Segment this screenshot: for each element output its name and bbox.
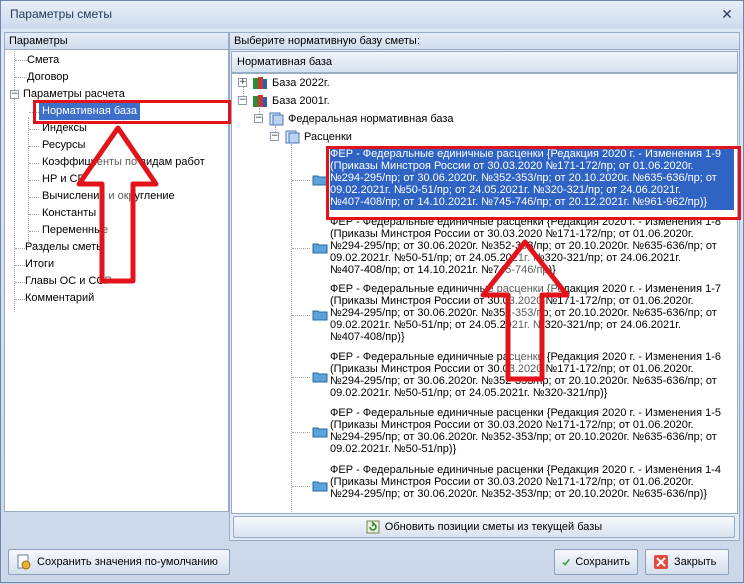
update-positions-button[interactable]: Обновить позиции сметы из текущей базы xyxy=(233,516,735,538)
dialog-window: Параметры сметы ✕ Параметры Смета Догово… xyxy=(0,0,744,583)
normative-base-header: Выберите нормативную базу сметы: xyxy=(230,33,739,50)
entry-line: ФЕР - Федеральные единичные расценки {Ре… xyxy=(330,351,721,363)
tree-item-calculations[interactable]: Вычисления и округление xyxy=(42,188,175,205)
entry-line: ФЕР - Федеральные единичные расценки {Ре… xyxy=(330,283,721,295)
tree-item-variables[interactable]: Переменные xyxy=(42,222,108,239)
close-label: Закрыть xyxy=(674,556,717,568)
folder-icon xyxy=(312,310,328,321)
entry-line: №294-295/пр; от 30.06.2020г. №352-353/пр… xyxy=(330,375,717,387)
cross-icon xyxy=(654,555,668,569)
folder-icon xyxy=(312,372,328,383)
rates-entry-1-6[interactable]: ФЕР - Федеральные единичные расценки {Ре… xyxy=(330,351,734,401)
entry-line: №407-408/пр)} xyxy=(330,331,405,343)
rates-entry-1-5[interactable]: ФЕР - Федеральные единичные расценки {Ре… xyxy=(330,407,734,457)
entry-line: №294-295/пр; от 30.06.2020г. №352-353/пр… xyxy=(330,307,717,319)
settings-doc-icon xyxy=(17,554,31,570)
collapse-icon[interactable]: − xyxy=(10,90,19,99)
folder-icon xyxy=(312,175,328,186)
collapse-icon[interactable]: − xyxy=(254,114,263,123)
rates-entry-1-8[interactable]: ФЕР - Федеральные единичные расценки {Ре… xyxy=(330,216,734,278)
parameters-panel: Параметры Смета Договор − Параметры расч… xyxy=(4,32,229,512)
tree-item-indexes[interactable]: Индексы xyxy=(42,120,87,137)
save-label: Сохранить xyxy=(575,556,630,568)
update-button-label: Обновить позиции сметы из текущей базы xyxy=(384,521,603,533)
entry-line: 09.02.2021г. №50-51/пр)} xyxy=(330,443,457,455)
expand-icon[interactable]: + xyxy=(238,78,247,87)
entry-line: №294-295/пр; от 30.06.2020г. №352-353/пр… xyxy=(330,240,717,252)
tree-base-2022[interactable]: База 2022г. xyxy=(272,75,330,92)
parameters-header: Параметры xyxy=(5,33,228,50)
column-header: Нормативная база xyxy=(231,51,738,73)
tree-item-normative-base[interactable]: Нормативная база xyxy=(39,103,141,120)
entry-line: №294-295/пр; от 30.06.2020г. №352-353/пр… xyxy=(330,172,717,184)
entry-line: (Приказы Минстроя России от 30.03.2020 №… xyxy=(330,476,694,488)
collapse-icon[interactable]: − xyxy=(238,96,247,105)
tree-item-sections[interactable]: Разделы сметы xyxy=(25,239,104,256)
rates-entry-1-9[interactable]: ФЕР - Федеральные единичные расценки {Ре… xyxy=(330,148,734,210)
save-defaults-label: Сохранить значения по-умолчанию xyxy=(37,556,218,568)
entry-line: №294-295/пр; от 30.06.2020г. №352-353/пр… xyxy=(330,431,717,443)
tree-item-constants[interactable]: Константы xyxy=(42,205,96,222)
collapse-icon[interactable]: − xyxy=(270,132,279,141)
tree-federal-base[interactable]: Федеральная нормативная база xyxy=(288,111,454,128)
tree-item-nr-sp[interactable]: НР и СП xyxy=(42,171,85,188)
rates-entry-1-7[interactable]: ФЕР - Федеральные единичные расценки {Ре… xyxy=(330,283,734,345)
normative-base-tree: + База 2022г. − База 2001г. − Федеральна… xyxy=(231,73,738,514)
entry-line: №294-295/пр; от 30.06.2020г. №352-353/пр… xyxy=(330,488,708,500)
entry-line: №407-408/пр; от 14.10.2021г. №745-746/пр… xyxy=(330,196,708,208)
entry-line: (Приказы Минстроя России от 30.03.2020 №… xyxy=(330,295,694,307)
tree-item-comment[interactable]: Комментарий xyxy=(25,290,94,307)
entry-line: №407-408/пр; от 14.10.2021г. №745-746/пр… xyxy=(330,264,556,276)
entry-line: (Приказы Минстроя России от 30.03.2020 №… xyxy=(330,363,694,375)
entry-line: ФЕР - Федеральные единичные расценки {Ре… xyxy=(330,148,721,160)
entry-line: ФЕР - Федеральные единичные расценки {Ре… xyxy=(330,216,721,228)
tree-item-smeta[interactable]: Смета xyxy=(27,52,59,69)
entry-line: 09.02.2021г. №50-51/пр; от 24.05.2021г. … xyxy=(330,319,681,331)
entry-line: (Приказы Минстроя России от 30.03.2020 №… xyxy=(330,228,694,240)
folder-icon xyxy=(312,427,328,438)
entry-line: 09.02.2021г. №50-51/пр; от 24.05.2021г. … xyxy=(330,387,608,399)
normative-base-panel: Выберите нормативную базу сметы: Нормати… xyxy=(229,32,740,541)
entry-line: 09.02.2021г. №50-51/пр; от 24.05.2021г. … xyxy=(330,184,681,196)
save-button[interactable]: Сохранить xyxy=(554,549,638,575)
tree-item-coefficients[interactable]: Коэффициенты по видам работ xyxy=(42,154,205,171)
folder-icon xyxy=(312,481,328,492)
window-title: Параметры сметы xyxy=(10,7,112,21)
save-defaults-button[interactable]: Сохранить значения по-умолчанию xyxy=(8,549,230,575)
close-button[interactable]: Закрыть xyxy=(645,549,729,575)
document-stack-icon xyxy=(285,130,300,144)
update-icon xyxy=(366,520,380,534)
tree-item-resources[interactable]: Ресурсы xyxy=(42,137,85,154)
entry-line: (Приказы Минстроя России от 30.03.2020 №… xyxy=(330,160,694,172)
tree-rates[interactable]: Расценки xyxy=(304,129,352,146)
document-stack-icon xyxy=(269,112,284,126)
tree-item-totals[interactable]: Итоги xyxy=(25,256,54,273)
database-icon xyxy=(253,77,267,89)
tree-item-calc-params[interactable]: Параметры расчета xyxy=(23,86,125,103)
database-icon xyxy=(253,95,267,107)
tree-item-dogovor[interactable]: Договор xyxy=(27,69,69,86)
tree-base-2001[interactable]: База 2001г. xyxy=(272,93,330,110)
parameters-tree: Смета Договор − Параметры расчета Нормат… xyxy=(5,51,228,511)
entry-line: 09.02.2021г. №50-51/пр; от 24.05.2021г. … xyxy=(330,252,681,264)
rates-entry-1-4[interactable]: ФЕР - Федеральные единичные расценки {Ре… xyxy=(330,464,734,504)
entry-line: (Приказы Минстроя России от 30.03.2020 №… xyxy=(330,419,694,431)
close-icon[interactable]: ✕ xyxy=(717,5,737,23)
checkmark-icon xyxy=(562,558,570,566)
entry-line: ФЕР - Федеральные единичные расценки {Ре… xyxy=(330,464,721,476)
title-bar: Параметры сметы ✕ xyxy=(1,1,743,29)
tree-item-chapters[interactable]: Главы ОС и ССР xyxy=(25,273,112,290)
folder-icon xyxy=(312,243,328,254)
entry-line: ФЕР - Федеральные единичные расценки {Ре… xyxy=(330,407,721,419)
